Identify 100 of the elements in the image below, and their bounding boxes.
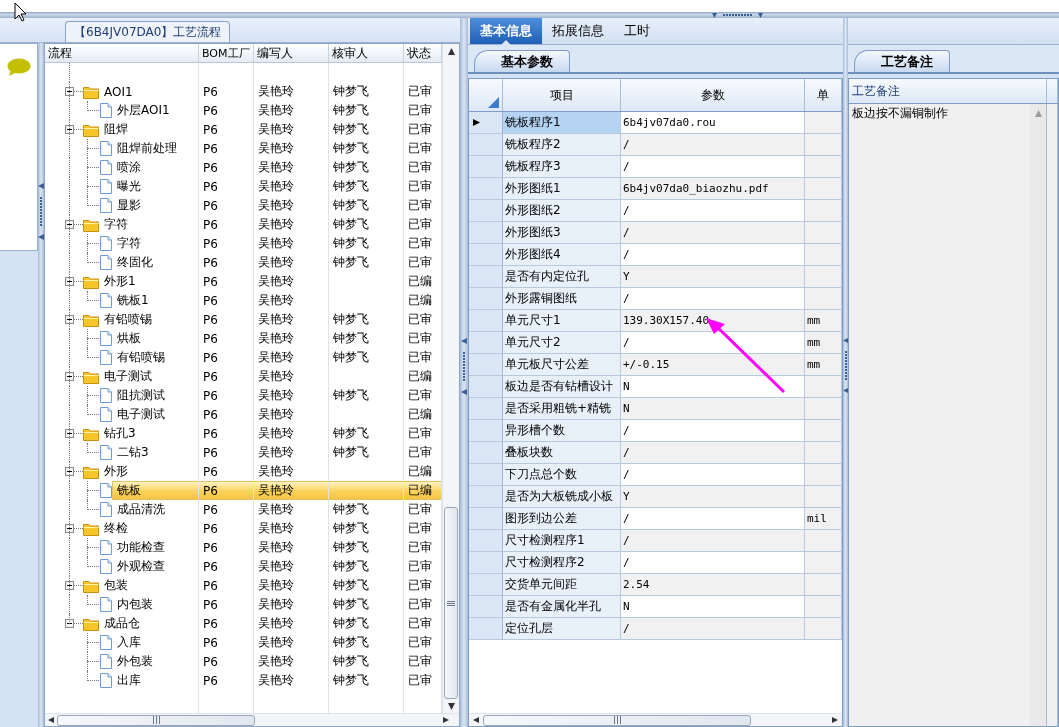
tree-node[interactable]: 铣板1 — [45, 291, 199, 310]
tree-node[interactable]: 出库 — [45, 671, 199, 690]
scroll-up-icon[interactable] — [447, 47, 455, 55]
table-cell[interactable]: 叠板块数 — [503, 442, 621, 464]
table-cell[interactable]: 铣板程序3 — [503, 156, 621, 178]
column-header[interactable]: 参数 — [621, 79, 805, 111]
tree-node[interactable]: 内包装 — [45, 595, 199, 614]
table-cell[interactable]: 定位孔层 — [503, 618, 621, 640]
scroll-left-icon[interactable] — [473, 717, 479, 723]
panel-title-tab[interactable]: 【6B4JV07DA0】工艺流程 — [65, 21, 231, 42]
collapse-arrow-icon[interactable] — [38, 183, 44, 189]
tree-node[interactable]: 曝光 — [45, 177, 199, 196]
tree-node[interactable]: 钻孔3 — [45, 424, 199, 443]
collapse-toggle-icon[interactable] — [65, 372, 74, 381]
collapse-arrow-icon[interactable] — [758, 12, 763, 18]
table-cell[interactable]: 尺寸检测程序1 — [503, 530, 621, 552]
collapse-toggle-icon[interactable] — [65, 429, 74, 438]
tree-node[interactable]: 包装 — [45, 576, 199, 595]
tab[interactable]: 工时 — [614, 18, 660, 44]
column-header[interactable]: 核审人 — [329, 44, 404, 62]
scroll-thumb[interactable] — [483, 714, 751, 726]
collapse-toggle-icon[interactable] — [65, 315, 74, 324]
vertical-scrollbar[interactable] — [1030, 104, 1046, 726]
table-cell[interactable]: 交货单元间距 — [503, 574, 621, 596]
tree-node[interactable]: 显影 — [45, 196, 199, 215]
tree-node[interactable]: 阻焊前处理 — [45, 139, 199, 158]
table-cell[interactable]: 外形露铜图纸 — [503, 288, 621, 310]
tree-node[interactable]: 阻焊 — [45, 120, 199, 139]
input-field[interactable]: 6b4jv07da0.rou — [621, 112, 805, 134]
column-header[interactable]: 项目 — [503, 79, 621, 111]
column-header[interactable]: 工艺备注 — [849, 79, 1047, 103]
column-header[interactable]: 单 — [805, 79, 842, 111]
scroll-right-icon[interactable] — [443, 717, 449, 723]
table-cell[interactable]: 单元尺寸2 — [503, 332, 621, 354]
tree-node[interactable]: 功能检查 — [45, 538, 199, 557]
tree-node[interactable]: 二钻3 — [45, 443, 199, 462]
collapse-toggle-icon[interactable] — [65, 619, 74, 628]
table-cell[interactable]: 图形到边公差 — [503, 508, 621, 530]
collapse-toggle-icon[interactable] — [65, 581, 74, 590]
tree-node[interactable]: 入库 — [45, 633, 199, 652]
scroll-right-icon[interactable] — [832, 717, 838, 723]
tree-node[interactable]: 外形1 — [45, 272, 199, 291]
tree-node[interactable]: 喷涂 — [45, 158, 199, 177]
collapse-toggle-icon[interactable] — [65, 277, 74, 286]
collapse-toggle-icon[interactable] — [65, 467, 74, 476]
table-cell[interactable]: 外形图纸2 — [503, 200, 621, 222]
tree-node[interactable]: 阻抗测试 — [45, 386, 199, 405]
scroll-thumb[interactable] — [57, 714, 255, 726]
column-header[interactable]: 编写人 — [254, 44, 329, 62]
tree-node[interactable]: 成品仓 — [45, 614, 199, 633]
table-cell[interactable]: 铣板程序2 — [503, 134, 621, 156]
collapse-toggle-icon[interactable] — [65, 220, 74, 229]
collapse-toggle-icon[interactable] — [65, 125, 74, 134]
tree-node[interactable]: 成品清洗 — [45, 500, 199, 519]
row-header[interactable] — [469, 112, 503, 134]
horizontal-scrollbar[interactable] — [469, 713, 842, 726]
tab[interactable]: 工艺备注 — [854, 50, 950, 72]
collapse-toggle-icon[interactable] — [65, 87, 74, 96]
tree-node[interactable]: 终检 — [45, 519, 199, 538]
tab[interactable]: 基本信息 — [470, 18, 542, 44]
tab[interactable]: 拓展信息 — [542, 18, 614, 44]
scroll-thumb[interactable] — [444, 507, 458, 699]
collapse-arrow-icon[interactable] — [843, 388, 848, 393]
table-cell[interactable]: 单元尺寸1 — [503, 310, 621, 332]
tree-node[interactable]: 字符 — [45, 215, 199, 234]
column-header[interactable]: BOM工厂 — [199, 44, 254, 62]
scroll-down-icon[interactable] — [447, 702, 455, 710]
tree-node[interactable]: 有铅喷锡 — [45, 310, 199, 329]
table-cell[interactable]: 异形槽个数 — [503, 420, 621, 442]
tree-node[interactable]: AOI1 — [45, 82, 199, 101]
vertical-scrollbar[interactable] — [442, 44, 459, 713]
tab[interactable]: 基本参数 — [474, 50, 570, 72]
horizontal-scrollbar[interactable] — [45, 713, 459, 726]
collapse-arrow-icon[interactable] — [461, 338, 467, 344]
tree-node[interactable]: 外包装 — [45, 652, 199, 671]
table-cell[interactable]: 铣板程序1 — [503, 112, 621, 134]
speech-bubble-icon[interactable] — [6, 58, 31, 77]
table-cell[interactable]: 是否有内定位孔 — [503, 266, 621, 288]
collapse-arrow-icon[interactable] — [712, 12, 717, 18]
tree-node[interactable]: 电子测试 — [45, 367, 199, 386]
tree-node[interactable]: 电子测试 — [45, 405, 199, 424]
collapse-arrow-icon[interactable] — [38, 234, 44, 240]
table-cell[interactable]: 是否采用粗铣+精铣 — [503, 398, 621, 420]
collapse-toggle-icon[interactable] — [65, 524, 74, 533]
tree-node[interactable]: 烘板 — [45, 329, 199, 348]
collapse-arrow-icon[interactable] — [843, 338, 848, 343]
scroll-left-icon[interactable] — [48, 717, 54, 723]
tree-node[interactable]: 字符 — [45, 234, 199, 253]
table-cell[interactable]: 外形图纸1 — [503, 178, 621, 200]
tree-node[interactable]: 外观检查 — [45, 557, 199, 576]
tree-node[interactable]: 外层AOI1 — [45, 101, 199, 120]
table-cell[interactable]: 尺寸检测程序2 — [503, 552, 621, 574]
table-cell[interactable]: 单元板尺寸公差 — [503, 354, 621, 376]
column-header[interactable]: 流程 — [45, 44, 199, 62]
tree-node[interactable]: 有铅喷锡 — [45, 348, 199, 367]
table-cell[interactable]: 板边是否有钻槽设计 — [503, 376, 621, 398]
table-cell[interactable]: 是否有金属化半孔 — [503, 596, 621, 618]
collapse-arrow-icon[interactable] — [461, 389, 467, 395]
table-cell[interactable]: 外形图纸4 — [503, 244, 621, 266]
table-cell[interactable]: 外形图纸3 — [503, 222, 621, 244]
